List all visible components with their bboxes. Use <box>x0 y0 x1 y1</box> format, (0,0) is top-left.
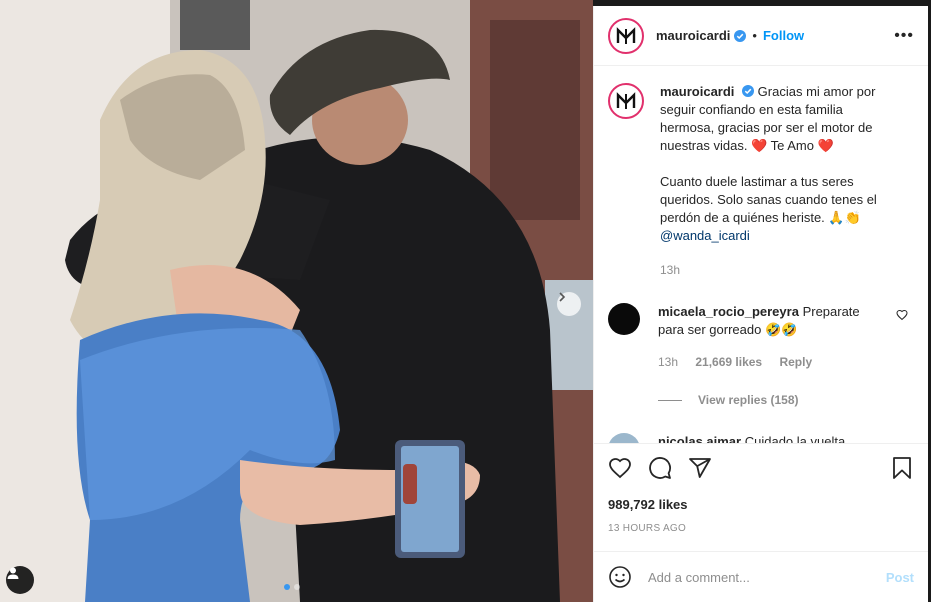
post-timestamp[interactable]: 13 HOURS AGO <box>608 523 914 534</box>
reply-button[interactable]: Reply <box>779 355 812 369</box>
like-heart-icon[interactable] <box>608 456 632 480</box>
commenter-avatar[interactable] <box>608 303 640 335</box>
action-icons-row <box>608 456 914 480</box>
carousel-dot-active <box>284 584 290 590</box>
author-username[interactable]: mauroicardi <box>656 28 730 43</box>
follow-button[interactable]: Follow <box>763 28 804 43</box>
post-side-panel: mauroicardi • Follow ••• mauroicardi Gra… <box>593 6 928 602</box>
comment-likes[interactable]: 21,669 likes <box>695 355 762 369</box>
header-separator: • <box>752 28 757 43</box>
commenter-avatar[interactable] <box>608 433 640 443</box>
replies-divider <box>658 399 682 401</box>
commenter-username[interactable]: nicolas.aimar <box>658 434 741 443</box>
carousel-dot <box>294 584 300 590</box>
comment-body: micaela_rocio_pereyra Preparate para ser… <box>658 303 878 371</box>
tagged-users-button[interactable] <box>6 566 34 594</box>
commenter-username[interactable]: micaela_rocio_pereyra <box>658 304 799 319</box>
more-horizontal-icon[interactable]: ••• <box>894 27 914 45</box>
comment-meta: 13h 21,669 likes Reply <box>658 353 878 371</box>
post-actions: 989,792 likes 13 HOURS AGO <box>594 443 928 551</box>
verified-badge-icon <box>734 29 747 42</box>
comment-item: nicolas.aimar Cuidado la vuelta <box>608 433 914 443</box>
comment-bubble-icon[interactable] <box>648 456 672 480</box>
post-comment-button[interactable]: Post <box>886 570 914 585</box>
caption-username[interactable]: mauroicardi <box>660 84 734 99</box>
post-photo-illustration <box>0 0 593 602</box>
next-photo-button[interactable] <box>557 292 581 316</box>
view-replies-label: View replies (158) <box>698 393 799 407</box>
bookmark-save-icon[interactable] <box>890 456 914 480</box>
author-avatar[interactable] <box>608 17 644 54</box>
mi-logo-icon <box>612 21 640 50</box>
post-caption: mauroicardi Gracias mi amor por seguir c… <box>608 83 914 279</box>
instagram-post: mauroicardi • Follow ••• mauroicardi Gra… <box>0 0 931 602</box>
comments-section[interactable]: mauroicardi Gracias mi amor por seguir c… <box>594 67 928 443</box>
verified-badge-icon <box>742 85 755 97</box>
caption-mention-link[interactable]: @wanda_icardi <box>660 228 750 243</box>
caption-time[interactable]: 13h <box>660 263 680 277</box>
chevron-right-icon <box>559 292 566 302</box>
comment-item: micaela_rocio_pereyra Preparate para ser… <box>608 303 914 371</box>
add-comment-bar: Post <box>594 551 928 602</box>
share-send-icon[interactable] <box>688 456 712 480</box>
caption-avatar[interactable] <box>608 83 644 119</box>
caption-paragraph-2: Cuanto duele lastimar a tus seres querid… <box>660 173 900 245</box>
comment-body: nicolas.aimar Cuidado la vuelta <box>658 433 878 443</box>
emoji-smiley-icon[interactable] <box>608 565 632 589</box>
post-header: mauroicardi • Follow ••• <box>594 6 928 66</box>
view-replies-button[interactable]: View replies (158) <box>658 393 914 407</box>
mi-logo-icon <box>612 87 640 115</box>
comment-text: Cuidado la vuelta <box>744 434 846 443</box>
caption-text: mauroicardi Gracias mi amor por seguir c… <box>660 83 900 279</box>
likes-count[interactable]: 989,792 likes <box>608 497 914 512</box>
user-icon <box>7 567 19 579</box>
add-comment-input[interactable] <box>648 569 886 585</box>
comment-like-heart-icon[interactable] <box>896 309 908 321</box>
caption-meta: 13h <box>660 261 900 279</box>
caption-line-2: Cuanto duele lastimar a tus seres querid… <box>660 174 877 225</box>
comment-time[interactable]: 13h <box>658 355 678 369</box>
header-user: mauroicardi • Follow <box>656 28 804 43</box>
caption-paragraph: mauroicardi Gracias mi amor por seguir c… <box>660 83 900 155</box>
post-photo[interactable] <box>0 0 593 602</box>
carousel-indicator <box>284 584 300 590</box>
